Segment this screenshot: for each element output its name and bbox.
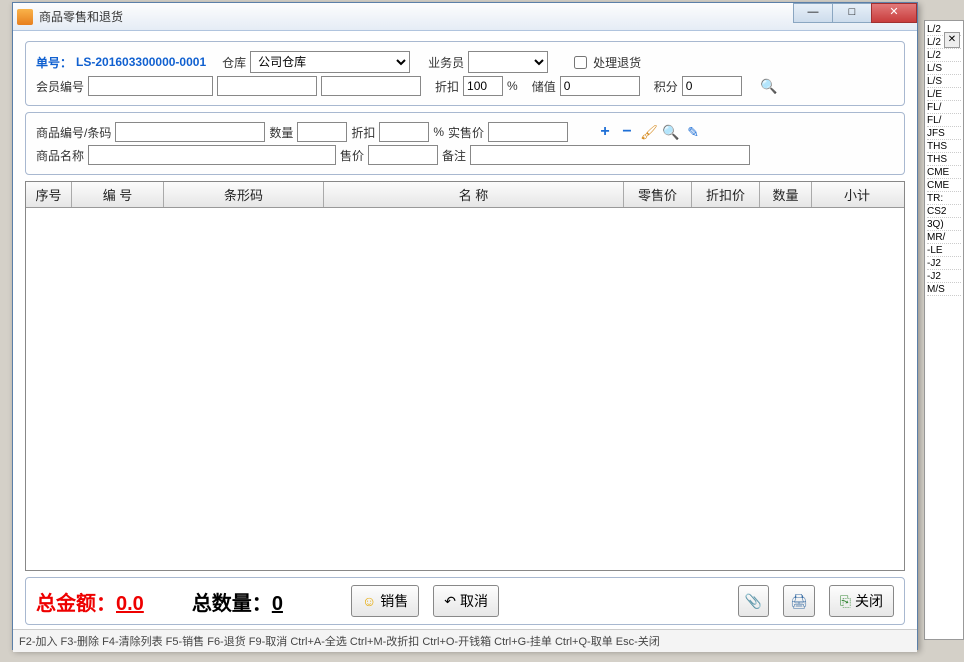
attach-button[interactable]: 📎 bbox=[738, 585, 769, 617]
entry-disc-pct: % bbox=[433, 125, 444, 139]
window-title: 商品零售和退货 bbox=[39, 8, 123, 25]
footer-panel: 总金额：0.0 总数量：0 ☺ 销售 ↶ 取消 📎 🖨 ⎘ bbox=[25, 577, 905, 625]
warehouse-label: 仓库 bbox=[222, 54, 246, 71]
member-extra2-input[interactable] bbox=[321, 76, 421, 96]
app-icon bbox=[17, 9, 33, 25]
points-label: 积分 bbox=[654, 78, 678, 95]
member-label: 会员编号 bbox=[36, 78, 84, 95]
smile-icon: ☺ bbox=[362, 593, 376, 609]
total-amount: 总金额：0.0 bbox=[36, 587, 144, 616]
titlebar: 商品零售和退货 — □ ✕ bbox=[13, 3, 917, 31]
price-label: 售价 bbox=[340, 147, 364, 164]
code-label: 商品编号/条码 bbox=[36, 124, 111, 141]
order-no-value: LS-201603300000-0001 bbox=[76, 55, 206, 69]
exit-icon: ⎘ bbox=[840, 593, 851, 610]
qty-label: 数量 bbox=[269, 124, 293, 141]
clear-icon[interactable]: 🖌 bbox=[640, 123, 658, 141]
warehouse-select[interactable]: 公司仓库 bbox=[250, 51, 410, 73]
cancel-button[interactable]: ↶ 取消 bbox=[433, 585, 499, 617]
name-label: 商品名称 bbox=[36, 147, 84, 164]
actual-label: 实售价 bbox=[448, 124, 484, 141]
grid-body[interactable] bbox=[26, 208, 904, 570]
stored-input[interactable] bbox=[560, 76, 640, 96]
undo-icon: ↶ bbox=[444, 593, 456, 610]
search-icon[interactable]: 🔍 bbox=[662, 123, 680, 141]
col-disc-price[interactable]: 折扣价 bbox=[692, 182, 760, 207]
discount-label: 折扣 bbox=[435, 78, 459, 95]
main-window: 商品零售和退货 — □ ✕ 单号： LS-201603300000-0001 仓… bbox=[12, 2, 918, 650]
entry-panel: 商品编号/条码 数量 折扣 % 实售价 + − 🖌 🔍 ✎ 商品名称 售价 bbox=[25, 112, 905, 175]
discount-input[interactable] bbox=[463, 76, 503, 96]
close-button[interactable]: ⎘ 关闭 bbox=[829, 585, 894, 617]
price-input[interactable] bbox=[368, 145, 438, 165]
background-close-icon: ✕ bbox=[944, 32, 960, 48]
print-button[interactable]: 🖨 bbox=[783, 585, 815, 617]
salesman-label: 业务员 bbox=[428, 54, 464, 71]
actual-input[interactable] bbox=[488, 122, 568, 142]
total-amount-label: 总金额： bbox=[36, 593, 116, 615]
sell-button-label: 销售 bbox=[380, 591, 408, 611]
member-search-icon[interactable]: 🔍 bbox=[760, 77, 778, 95]
grid-header: 序号 编 号 条形码 名 称 零售价 折扣价 数量 小计 bbox=[26, 182, 904, 208]
remark-input[interactable] bbox=[470, 145, 750, 165]
entry-disc-input[interactable] bbox=[379, 122, 429, 142]
member-input[interactable] bbox=[88, 76, 213, 96]
close-button-label: 关闭 bbox=[855, 591, 883, 611]
salesman-select[interactable] bbox=[468, 51, 548, 73]
col-name[interactable]: 名 称 bbox=[324, 182, 624, 207]
stored-label: 储值 bbox=[532, 78, 556, 95]
discount-pct: % bbox=[507, 79, 518, 93]
return-checkbox-label: 处理退货 bbox=[593, 54, 641, 71]
total-qty-label: 总数量： bbox=[192, 593, 272, 615]
header-panel: 单号： LS-201603300000-0001 仓库 公司仓库 业务员 处理退… bbox=[25, 41, 905, 106]
remark-label: 备注 bbox=[442, 147, 466, 164]
col-barcode[interactable]: 条形码 bbox=[164, 182, 324, 207]
sell-button[interactable]: ☺ 销售 bbox=[351, 585, 419, 617]
add-icon[interactable]: + bbox=[596, 123, 614, 141]
member-extra1-input[interactable] bbox=[217, 76, 317, 96]
statusbar: F2-加入 F3-删除 F4-清除列表 F5-销售 F6-退货 F9-取消 Ct… bbox=[13, 629, 917, 652]
col-qty[interactable]: 数量 bbox=[760, 182, 812, 207]
col-subtotal[interactable]: 小计 bbox=[812, 182, 902, 207]
maximize-button[interactable]: □ bbox=[832, 3, 872, 23]
printer-icon: 🖨 bbox=[790, 593, 808, 610]
code-input[interactable] bbox=[115, 122, 265, 142]
edit-icon[interactable]: ✎ bbox=[684, 123, 702, 141]
points-input[interactable] bbox=[682, 76, 742, 96]
entry-disc-label: 折扣 bbox=[351, 124, 375, 141]
name-input[interactable] bbox=[88, 145, 336, 165]
cancel-button-label: 取消 bbox=[460, 591, 488, 611]
paperclip-icon: 📎 bbox=[745, 593, 762, 610]
col-retail[interactable]: 零售价 bbox=[624, 182, 692, 207]
qty-input[interactable] bbox=[297, 122, 347, 142]
return-checkbox[interactable] bbox=[574, 56, 587, 69]
background-window: L/2L/2L/2L/SL/SL/EFL/FL/JFSTHSTHSCMECMET… bbox=[924, 20, 964, 640]
col-seq[interactable]: 序号 bbox=[26, 182, 72, 207]
items-grid: 序号 编 号 条形码 名 称 零售价 折扣价 数量 小计 bbox=[25, 181, 905, 571]
order-no-label: 单号： bbox=[36, 54, 72, 71]
close-window-button[interactable]: ✕ bbox=[871, 3, 917, 23]
col-code[interactable]: 编 号 bbox=[72, 182, 164, 207]
total-amount-value: 0.0 bbox=[116, 593, 144, 615]
minimize-button[interactable]: — bbox=[793, 3, 833, 23]
total-qty: 总数量：0 bbox=[192, 587, 283, 616]
total-qty-value: 0 bbox=[272, 593, 283, 615]
remove-icon[interactable]: − bbox=[618, 123, 636, 141]
